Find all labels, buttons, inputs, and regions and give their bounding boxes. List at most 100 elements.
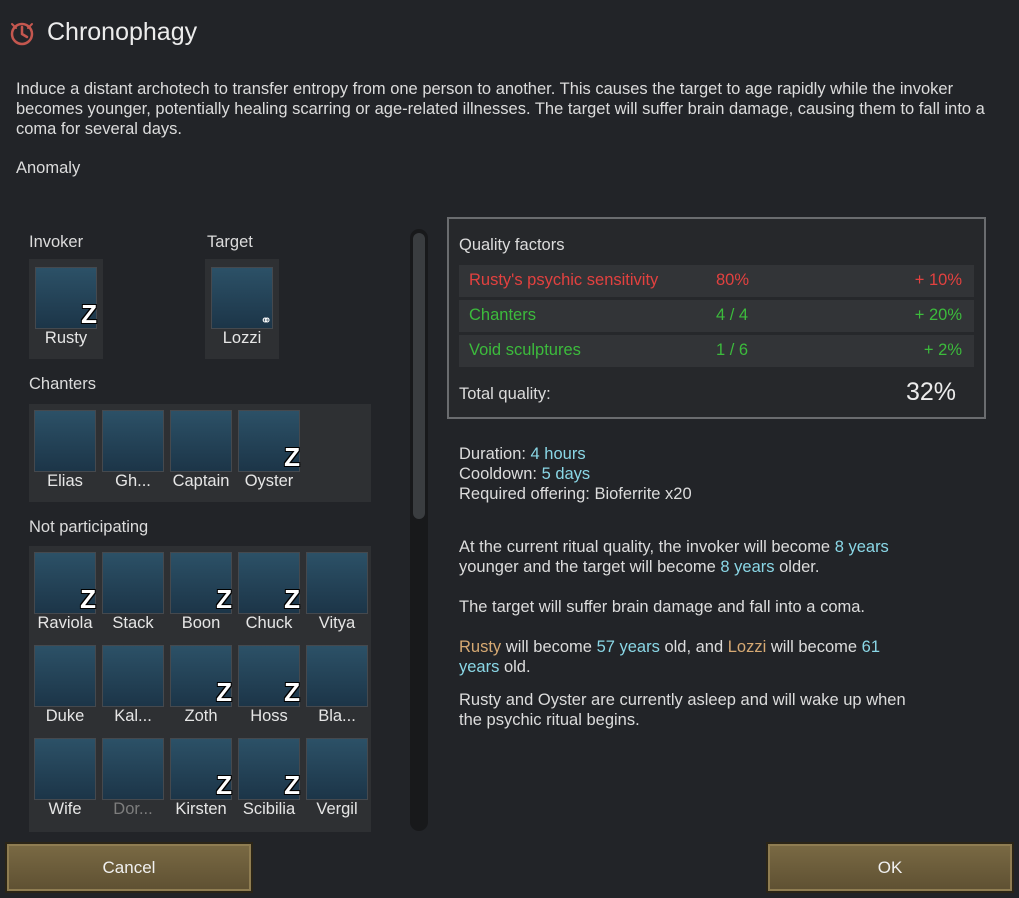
pawn-portrait [34, 645, 96, 707]
pawn-slot[interactable]: Z Kirsten [168, 736, 234, 824]
factor-value: 4 / 4 [716, 306, 749, 324]
pawn-name: Duke [45, 707, 85, 725]
text-span: At the current ritual quality, the invok… [459, 538, 835, 556]
pawn-slot[interactable]: Stack [100, 550, 166, 638]
text-span: the psychic ritual begins. [459, 711, 640, 729]
total-quality-value: 32% [906, 378, 957, 406]
pawn-name: Stack [112, 614, 154, 632]
pawn-slot[interactable]: Gh... [100, 408, 166, 496]
pawn-name: Gh... [115, 472, 151, 490]
asleep-icon: Z [81, 299, 97, 329]
pawn-name: Oyster [244, 472, 294, 490]
asleep-icon: Z [216, 770, 232, 800]
pawn-name: Raviola [37, 614, 93, 632]
pawn-slot[interactable]: Z Oyster [236, 408, 302, 496]
pawn-name: Bla... [318, 707, 356, 725]
quality-factor-row: Rusty's psychic sensitivity 80% + 10% [459, 265, 974, 297]
ritual-description: Induce a distant archotech to transfer e… [16, 80, 985, 138]
pawn-name: Captain [172, 472, 230, 490]
pawn-slot[interactable]: Kal... [100, 643, 166, 731]
pawn-name: Hoss [250, 707, 288, 725]
years-value: years [459, 658, 500, 676]
pawn-name: Scibilia [242, 800, 296, 818]
resulting-ages-text: Rusty will become 57 years old, and Lozz… [459, 637, 880, 677]
pawn-name: Vitya [318, 614, 356, 632]
pawn-slot[interactable]: Z Boon [168, 550, 234, 638]
text-span: will become [501, 638, 597, 656]
text-span: will become [766, 638, 862, 656]
cooldown-line: Cooldown: 5 days [459, 464, 590, 484]
factor-bonus: + 10% [914, 271, 962, 289]
cooldown-label: Cooldown: [459, 465, 542, 483]
asleep-icon: Z [284, 442, 300, 472]
pawn-name: Kirsten [175, 800, 227, 818]
pawn-name: Chuck [245, 614, 293, 632]
required-offering: Required offering: Bioferrite x20 [459, 485, 692, 503]
pawn-portrait [306, 645, 368, 707]
factor-bonus: + 2% [923, 341, 962, 359]
pawn-slot[interactable]: Z Chuck [236, 550, 302, 638]
pawn-name: Lozzi [222, 329, 262, 347]
text-span: old, and [659, 638, 728, 656]
quality-factor-row: Void sculptures 1 / 6 + 2% [459, 335, 974, 367]
dialog-title: Chronophagy [47, 18, 198, 46]
pawn-slot[interactable]: Z Hoss [236, 643, 302, 731]
cooldown-value: 5 days [541, 465, 591, 483]
chanters-label: Chanters [29, 375, 96, 393]
pawn-portrait [34, 410, 96, 472]
pawn-name: Elias [47, 472, 83, 490]
quality-factor-row: Chanters 4 / 4 + 20% [459, 300, 974, 332]
pawn-portrait [306, 552, 368, 614]
duration-value: 4 hours [530, 445, 586, 463]
pawn-portrait [102, 552, 164, 614]
ok-button[interactable]: OK [766, 842, 1014, 893]
ritual-category: Anomaly [16, 159, 81, 177]
quality-factors-title: Quality factors [459, 236, 565, 254]
asleep-notice: Rusty and Oyster are currently asleep an… [459, 690, 906, 730]
invoker-slot[interactable]: Z Rusty [33, 265, 99, 353]
factor-bonus: + 20% [914, 306, 962, 324]
pawn-slot[interactable]: Wife [32, 736, 98, 824]
text-span: old. [499, 658, 531, 676]
pawn-portrait [34, 738, 96, 800]
asleep-icon: Z [284, 770, 300, 800]
text-span: Rusty and Oyster are currently asleep an… [459, 691, 906, 709]
duration-label: Duration: [459, 445, 531, 463]
pawn-name: Wife [48, 800, 82, 818]
invoker-label: Invoker [29, 233, 84, 251]
pawn-slot[interactable]: Elias [32, 408, 98, 496]
pawn-slot[interactable]: Vitya [304, 550, 370, 638]
pawn-slot[interactable]: Z Raviola [32, 550, 98, 638]
ritual-clock-icon [10, 22, 34, 46]
factor-label: Chanters [469, 306, 536, 324]
factor-value: 1 / 6 [716, 341, 749, 359]
pawn-slot[interactable]: Captain [168, 408, 234, 496]
pawn-name: Boon [181, 614, 221, 632]
pawn-slot[interactable]: Z Zoth [168, 643, 234, 731]
pawn-slot[interactable]: Z Scibilia [236, 736, 302, 824]
pawn-name: Kal... [114, 707, 152, 725]
target-slot[interactable]: ⚭ Lozzi [209, 265, 275, 353]
pawn-name-link: Lozzi [727, 638, 767, 656]
factor-label: Rusty's psychic sensitivity [469, 271, 659, 289]
pawn-portrait [306, 738, 368, 800]
years-value: 57 years [596, 638, 660, 656]
pawn-name: Rusty [44, 329, 88, 347]
pawn-slot[interactable]: Duke [32, 643, 98, 731]
target-label: Target [207, 233, 253, 251]
pawn-slot[interactable]: Bla... [304, 643, 370, 731]
prisoner-shackles-icon: ⚭ [260, 312, 272, 328]
pawn-portrait [102, 410, 164, 472]
factor-label: Void sculptures [469, 341, 581, 359]
pawn-slot[interactable]: Vergil [304, 736, 370, 824]
cancel-button[interactable]: Cancel [5, 842, 253, 893]
brain-damage-text: The target will suffer brain damage and … [459, 598, 865, 616]
duration-line: Duration: 4 hours [459, 444, 586, 464]
pawn-name: Vergil [316, 800, 358, 818]
pawn-slot[interactable]: Dor... [100, 736, 166, 824]
text-span: older. [774, 558, 820, 576]
scrollbar-thumb[interactable] [413, 233, 425, 519]
asleep-icon: Z [216, 677, 232, 707]
total-quality-label: Total quality: [459, 385, 551, 403]
years-value: 61 [861, 638, 881, 656]
